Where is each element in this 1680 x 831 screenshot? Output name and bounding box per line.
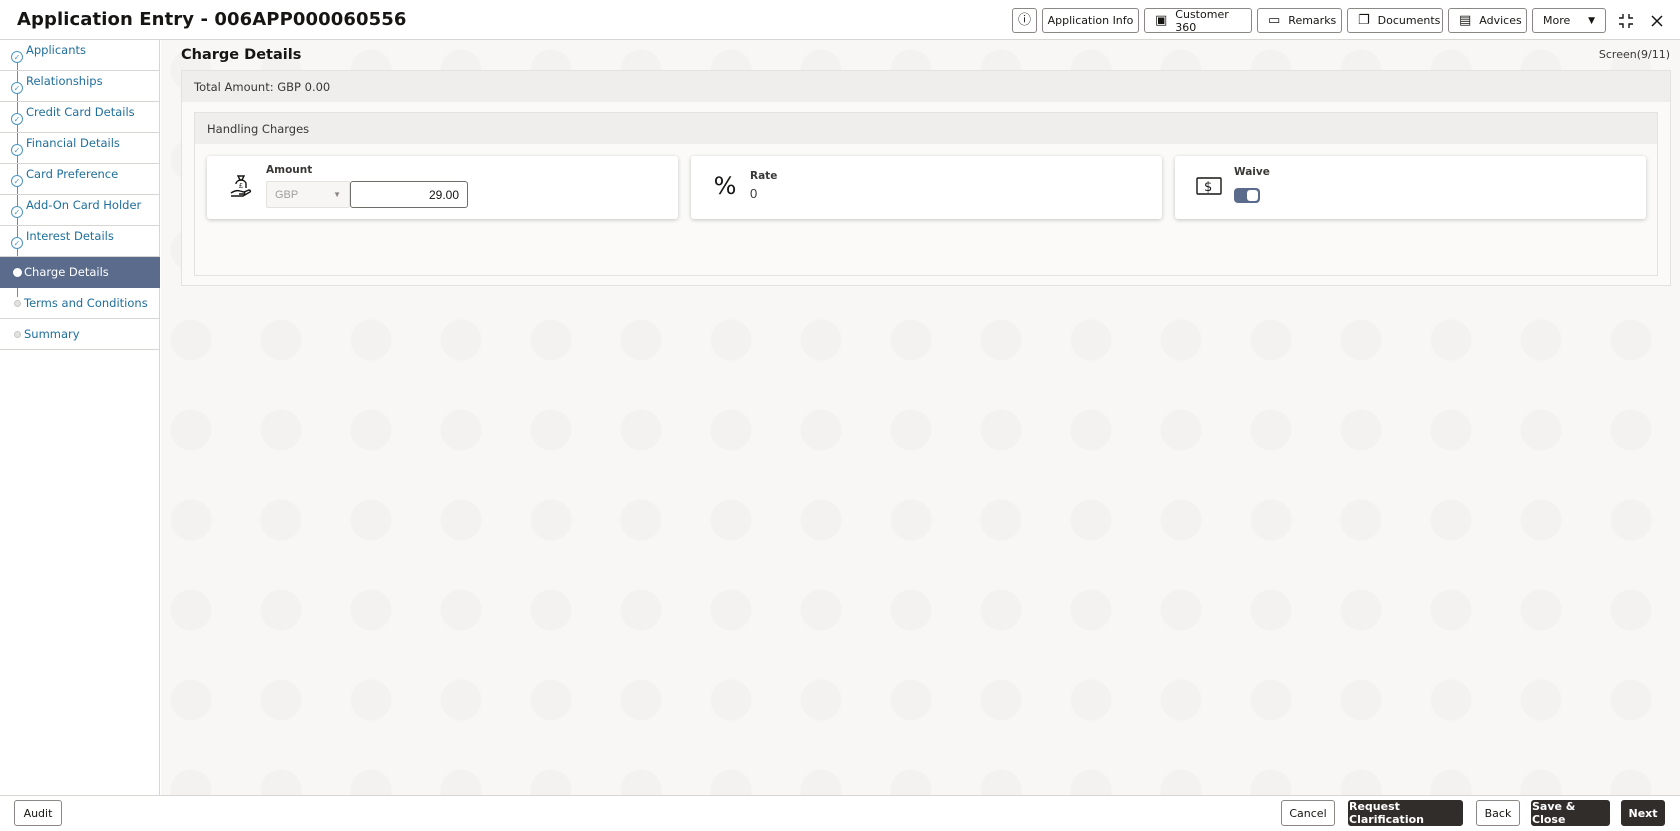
screen-indicator: Screen(9/11) xyxy=(1598,48,1670,61)
rate-card: % Rate 0 xyxy=(691,156,1162,219)
amount-input[interactable] xyxy=(350,181,468,208)
train-stop-sidebar: ✓ Applicants ✓ Relationships ✓ Credit Ca… xyxy=(0,40,160,795)
percent-icon: % xyxy=(713,172,737,200)
sidebar-item-charge-details[interactable]: Charge Details xyxy=(0,257,160,288)
total-amount-label: Total Amount: GBP 0.00 xyxy=(182,71,1670,102)
documents-button[interactable]: ❐ Documents xyxy=(1347,8,1443,33)
page-title: Application Entry - 006APP000060556 xyxy=(17,9,407,30)
check-icon: ✓ xyxy=(11,144,23,156)
sidebar-item-add-on-card-holder[interactable]: ✓ Add-On Card Holder xyxy=(0,195,160,226)
check-icon: ✓ xyxy=(11,206,23,218)
money-bag-icon: £ xyxy=(227,172,255,200)
sidebar-item-relationships[interactable]: ✓ Relationships xyxy=(0,71,160,102)
header-actions: ⓘ Application Info ▣ Customer 360 ▭ Rema… xyxy=(1012,8,1668,34)
documents-icon: ❐ xyxy=(1358,13,1370,28)
cancel-button[interactable]: Cancel xyxy=(1281,800,1335,826)
pending-step-icon xyxy=(14,331,21,338)
advices-button[interactable]: ▤ Advices xyxy=(1448,8,1527,33)
currency-select[interactable]: GBP ▼ xyxy=(266,181,350,208)
handling-charges-title: Handling Charges xyxy=(195,113,1657,144)
amount-card: £ Amount GBP ▼ xyxy=(207,156,678,219)
rate-label: Rate xyxy=(750,170,778,182)
waive-label: Waive xyxy=(1234,166,1270,178)
info-button[interactable]: ⓘ xyxy=(1012,8,1037,33)
app-header: Application Entry - 006APP000060556 ⓘ Ap… xyxy=(0,0,1680,40)
close-icon[interactable] xyxy=(1646,10,1668,32)
collapse-icon[interactable] xyxy=(1615,10,1637,32)
sidebar-item-financial-details[interactable]: ✓ Financial Details xyxy=(0,133,160,164)
more-dropdown[interactable]: More ▼ xyxy=(1532,8,1606,33)
check-icon: ✓ xyxy=(11,82,23,94)
check-icon: ✓ xyxy=(11,113,23,125)
check-icon: ✓ xyxy=(11,51,23,63)
audit-button[interactable]: Audit xyxy=(14,800,62,826)
svg-text:$: $ xyxy=(1204,180,1212,195)
dollar-bill-icon: $ xyxy=(1195,172,1223,200)
check-icon: ✓ xyxy=(11,175,23,187)
total-amount-panel: Total Amount: GBP 0.00 Handling Charges … xyxy=(181,70,1671,286)
remarks-button[interactable]: ▭ Remarks xyxy=(1257,8,1342,33)
rate-value: 0 xyxy=(750,186,758,201)
sidebar-item-terms-and-conditions[interactable]: Terms and Conditions xyxy=(0,288,160,319)
footer-bar: Audit Cancel Request Clarification Back … xyxy=(0,795,1680,831)
application-info-button[interactable]: Application Info xyxy=(1042,8,1139,33)
pending-step-icon xyxy=(14,300,21,307)
main-content: Charge Details Screen(9/11) Total Amount… xyxy=(161,40,1680,795)
sidebar-item-card-preference[interactable]: ✓ Card Preference xyxy=(0,164,160,195)
advices-icon: ▤ xyxy=(1459,13,1472,28)
svg-text:£: £ xyxy=(239,183,243,190)
sidebar-item-summary[interactable]: Summary xyxy=(0,319,160,350)
comment-icon: ▭ xyxy=(1268,13,1281,28)
section-title: Charge Details xyxy=(181,47,302,63)
next-button[interactable]: Next xyxy=(1621,800,1665,826)
request-clarification-button[interactable]: Request Clarification xyxy=(1348,800,1463,826)
back-button[interactable]: Back xyxy=(1476,800,1520,826)
customer-card-icon: ▣ xyxy=(1155,13,1168,28)
caret-down-icon: ▼ xyxy=(333,190,341,199)
current-step-icon xyxy=(13,268,22,277)
check-icon: ✓ xyxy=(11,237,23,249)
toggle-knob xyxy=(1247,190,1258,201)
sidebar-item-interest-details[interactable]: ✓ Interest Details xyxy=(0,226,160,257)
info-icon: ⓘ xyxy=(1017,13,1031,28)
caret-down-icon: ▼ xyxy=(1588,15,1595,26)
amount-label: Amount xyxy=(266,164,313,176)
sidebar-item-credit-card-details[interactable]: ✓ Credit Card Details xyxy=(0,102,160,133)
waive-toggle[interactable] xyxy=(1234,188,1260,203)
sidebar-item-applicants[interactable]: ✓ Applicants xyxy=(0,40,160,71)
customer-360-button[interactable]: ▣ Customer 360 xyxy=(1144,8,1252,34)
handling-charges-panel: Handling Charges £ Amount GBP ▼ 29.00 % … xyxy=(194,112,1658,276)
waive-card: $ Waive xyxy=(1175,156,1646,219)
save-close-button[interactable]: Save & Close xyxy=(1531,800,1610,826)
